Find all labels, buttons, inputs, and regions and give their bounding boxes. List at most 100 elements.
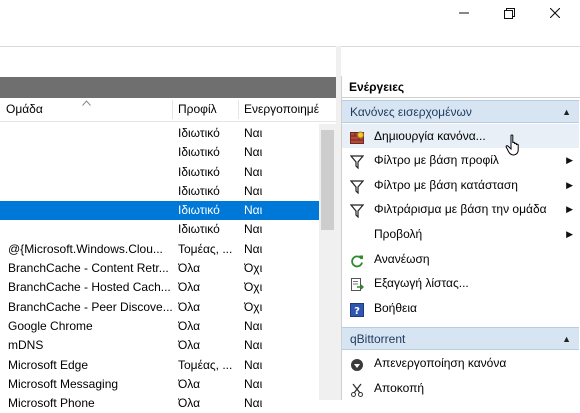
cell-profile: Ιδιωτικό	[178, 203, 220, 218]
actions-pane: Ενέργειες Κανόνες εισερχομένων ▲ Δημιουρ…	[341, 76, 580, 400]
section-header-qbittorrent[interactable]: qBittorrent ▲	[342, 327, 579, 350]
action-label: Προβολή	[374, 227, 423, 241]
cell-enabled: Όχι	[244, 280, 263, 295]
toolbar-strip	[0, 26, 580, 47]
close-button[interactable]	[532, 0, 578, 26]
cut-icon	[350, 381, 364, 397]
table-row[interactable]: Microsoft Edge Τομέας, ... Ναι	[0, 356, 320, 375]
cell-enabled: Ναι	[244, 164, 263, 179]
cell-enabled: Ναι	[244, 145, 263, 160]
action-label: Βοήθεια	[374, 301, 417, 315]
table-row[interactable]: Ιδιωτικό Ναι	[0, 124, 320, 143]
action-filter-by-group[interactable]: Φιλτράρισμα με βάση την ομάδα ▶	[342, 197, 579, 221]
table-row[interactable]: BranchCache - Content Retr... Όλα Όχι	[0, 259, 320, 278]
cell-group: Google Chrome	[8, 318, 93, 333]
maximize-button[interactable]	[486, 0, 532, 26]
action-new-rule[interactable]: Δημιουργία κανόνα...	[342, 124, 579, 148]
table-row[interactable]: Microsoft Messaging Όλα Ναι	[0, 375, 320, 394]
cell-profile: Όλα	[178, 280, 201, 295]
cell-profile: Όλα	[178, 299, 201, 314]
cell-group: BranchCache - Content Retr...	[8, 261, 169, 276]
list-header-bar	[0, 77, 336, 98]
section-header-label: qBittorrent	[350, 332, 406, 346]
action-view[interactable]: Προβολή ▶	[342, 222, 579, 246]
table-row[interactable]: Ιδιωτικό Ναι	[0, 220, 320, 239]
action-label: Φίλτρο με βάση προφίλ	[374, 153, 499, 167]
hand-cursor-icon	[505, 134, 523, 159]
cell-enabled: Ναι	[244, 376, 263, 391]
action-disable-rule[interactable]: Απενεργοποίηση κανόνα	[342, 351, 579, 375]
cell-group: Microsoft Phone	[8, 396, 95, 411]
minimize-button[interactable]	[441, 0, 487, 26]
cell-enabled: Ναι	[244, 183, 263, 198]
cell-profile: Τομέας, ...	[178, 357, 233, 372]
cell-enabled: Ναι	[244, 203, 263, 218]
table-row[interactable]: BranchCache - Hosted Cach... Όλα Όχι	[0, 278, 320, 297]
table-row[interactable]: Ιδιωτικό Ναι	[0, 182, 320, 201]
section-header-inbound-rules[interactable]: Κανόνες εισερχομένων ▲	[342, 100, 579, 123]
cell-profile: Ιδιωτικό	[178, 126, 220, 140]
table-row[interactable]: Google Chrome Όλα Ναι	[0, 317, 320, 336]
vertical-scrollbar[interactable]	[319, 124, 336, 400]
cell-profile: Ιδιωτικό	[178, 164, 220, 179]
column-header-profile[interactable]: Προφίλ	[172, 98, 238, 121]
submenu-arrow-icon: ▶	[566, 155, 573, 165]
action-export-list[interactable]: Εξαγωγή λίστας...	[342, 271, 579, 295]
action-filter-by-profile[interactable]: Φίλτρο με βάση προφίλ ▶	[342, 148, 579, 172]
cell-enabled: Ναι	[244, 241, 263, 256]
scrollbar-thumb[interactable]	[321, 130, 334, 230]
table-row[interactable]: @{Microsoft.Windows.Clou... Τομέας, ... Να…	[0, 240, 320, 259]
table-row[interactable]: BranchCache - Peer Discove... Όλα Όχι	[0, 298, 320, 317]
cell-profile: Ιδιωτικό	[178, 145, 220, 160]
submenu-arrow-icon: ▶	[566, 204, 573, 214]
close-icon	[550, 8, 560, 18]
table-row[interactable]: Microsoft Phone Όλα Ναι	[0, 394, 320, 413]
action-cut[interactable]: Αποκοπή	[342, 376, 579, 400]
collapse-arrow-icon[interactable]: ▲	[562, 328, 571, 351]
table-row[interactable]: Ιδιωτικό Ναι	[0, 143, 320, 162]
table-row[interactable]: mDNS Όλα Ναι	[0, 336, 320, 355]
table-row[interactable]: Ιδιωτικό Ναι	[0, 201, 320, 221]
collapse-arrow-icon[interactable]: ▲	[562, 101, 571, 124]
cell-enabled: Ναι	[244, 396, 263, 411]
table-row[interactable]: Ιδιωτικό Ναι	[0, 163, 320, 182]
cell-profile: Όλα	[178, 338, 201, 353]
rules-list: Ομάδα Προφίλ Ενεργοποιημέ Ιδιωτικό Ναι Ιδι…	[0, 77, 336, 410]
cell-group: BranchCache - Hosted Cach...	[8, 280, 171, 295]
disable-rule-icon	[350, 356, 364, 371]
action-filter-by-state[interactable]: Φίλτρο με βάση κατάσταση ▶	[342, 173, 579, 197]
cell-group: mDNS	[8, 338, 44, 353]
action-label: Φίλτρο με βάση κατάσταση	[374, 178, 518, 192]
column-header-row: Ομάδα Προφίλ Ενεργοποιημέ	[0, 98, 336, 122]
action-refresh[interactable]: Ανανέωση	[342, 247, 579, 271]
cell-profile: Όλα	[178, 376, 201, 391]
svg-text:?: ?	[354, 306, 360, 317]
cell-enabled: Όχι	[244, 299, 263, 314]
cell-profile: Ιδιωτικό	[178, 222, 220, 237]
cell-profile: Όλα	[178, 318, 201, 333]
submenu-arrow-icon: ▶	[566, 180, 573, 190]
action-label: Απενεργοποίηση κανόνα	[374, 356, 507, 370]
action-label: Αποκοπή	[374, 381, 425, 395]
help-icon: ?	[350, 301, 364, 317]
title-bar	[0, 0, 580, 26]
filter-icon	[349, 178, 365, 195]
action-label: Εξαγωγή λίστας...	[374, 276, 469, 290]
filter-icon	[349, 153, 365, 170]
column-header-enabled[interactable]: Ενεργοποιημέ	[238, 98, 320, 121]
action-help[interactable]: ? Βοήθεια	[342, 296, 579, 320]
cell-enabled: Όχι	[244, 261, 263, 276]
cell-profile: Ιδιωτικό	[178, 183, 220, 198]
new-rule-icon	[350, 129, 364, 144]
cell-enabled: Ναι	[244, 222, 263, 237]
action-label: Δημιουργία κανόνα...	[374, 129, 486, 143]
submenu-arrow-icon: ▶	[566, 229, 573, 239]
cell-group: BranchCache - Peer Discove...	[8, 299, 173, 314]
export-list-icon	[350, 276, 364, 291]
restore-icon	[503, 7, 515, 19]
cell-group: @{Microsoft.Windows.Clou...	[8, 241, 163, 256]
action-label: Φιλτράρισμα με βάση την ομάδα	[374, 202, 547, 216]
cell-group: Microsoft Messaging	[8, 376, 119, 391]
filter-icon	[349, 202, 365, 219]
cell-profile: Όλα	[178, 261, 201, 276]
